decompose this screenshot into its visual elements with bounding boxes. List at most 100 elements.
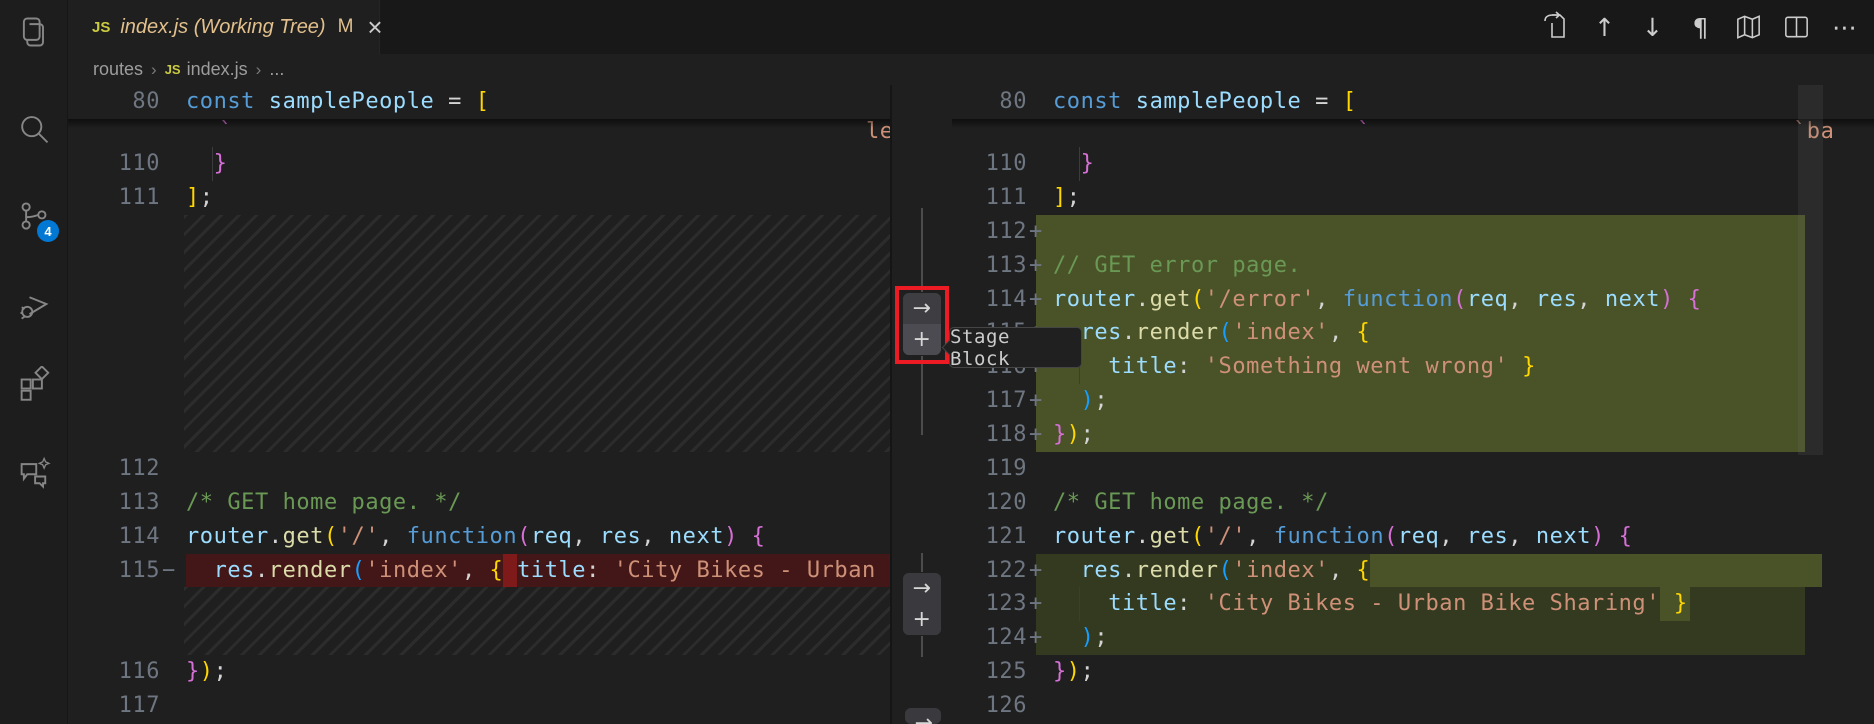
code-text: res.render('index', { (1053, 554, 1370, 588)
stage-button-group: →+ (905, 708, 941, 724)
line-number: 121 (952, 520, 1027, 554)
code-line[interactable]: 114+router.get('/error', function(req, r… (952, 283, 1874, 317)
split-editor-icon[interactable] (1781, 10, 1812, 44)
previous-change-icon[interactable]: ↑ (1589, 10, 1620, 44)
search-icon[interactable] (0, 104, 68, 156)
revert-block-arrow-button[interactable]: → (905, 708, 941, 724)
code-line[interactable]: 115− res.render('index', { title: 'City … (68, 554, 890, 588)
line-number: 117 (952, 384, 1027, 418)
code-text: } (1053, 147, 1094, 181)
diff-pane-original[interactable]: 80const samplePeople = [`le110 }111];112… (68, 85, 890, 724)
code-line[interactable]: 113/* GET home page. */ (68, 486, 890, 520)
next-change-icon[interactable]: ↓ (1637, 10, 1668, 44)
unchanged-region-hatch (184, 215, 890, 452)
map-icon[interactable] (1733, 10, 1764, 44)
breadcrumb: routes › JSindex.js ›... (68, 54, 1874, 85)
code-line[interactable]: 112+ (952, 215, 1874, 249)
code-line[interactable]: 119 (952, 452, 1874, 486)
deleted-line-marker: − (162, 554, 176, 588)
line-number: 113 (68, 486, 160, 520)
line-number: 111 (68, 181, 160, 215)
code-line[interactable]: 120/* GET home page. */ (952, 486, 1874, 520)
line-number: 112 (68, 452, 160, 486)
code-line[interactable]: 117 (68, 689, 890, 723)
open-file-icon[interactable] (1541, 10, 1572, 44)
code-text: ); (1053, 621, 1108, 655)
vscode-diff-editor: 4 JS index.js (Working Tree) M × ↑ ↓ ¶ ⋯ ro… (0, 0, 1874, 724)
sticky-scroll-line[interactable]: 80const samplePeople = [ (952, 85, 1874, 119)
breadcrumb-item[interactable]: JSindex.js (165, 59, 248, 80)
code-text: } (186, 147, 227, 181)
line-number: 114 (68, 520, 160, 554)
added-line-background (1036, 215, 1805, 249)
tab-indexjs-working-tree[interactable]: JS index.js (Working Tree) M × (68, 0, 380, 54)
line-number: 117 (68, 689, 160, 723)
code-line[interactable]: 114router.get('/', function(req, res, ne… (68, 520, 890, 554)
code-text: title: 'City Bikes - Urban Bike Sharing'… (1053, 587, 1688, 621)
tab-label: index.js (Working Tree) (120, 16, 325, 39)
code-line[interactable]: 110 } (952, 147, 1874, 181)
code-line[interactable]: 112 (68, 452, 890, 486)
code-line[interactable]: 117+ ); (952, 384, 1874, 418)
chevron-right-icon: › (151, 60, 157, 80)
added-line-marker: + (1029, 554, 1043, 588)
added-line-marker: + (1029, 215, 1043, 249)
scrollbar-slider[interactable] (1798, 85, 1823, 455)
code-line[interactable]: 110 } (68, 147, 890, 181)
more-actions-icon[interactable]: ⋯ (1829, 10, 1860, 44)
source-control-icon[interactable]: 4 (0, 190, 68, 242)
line-number: 110 (68, 147, 160, 181)
code-line[interactable]: 124+ ); (952, 621, 1874, 655)
activity-bar: 4 (0, 0, 68, 724)
unchanged-region-hatch (184, 587, 890, 655)
code-line[interactable]: 122+ res.render('index', { (952, 554, 1874, 588)
code-line[interactable]: 126 (952, 689, 1874, 723)
code-line[interactable]: 111]; (68, 181, 890, 215)
extensions-icon[interactable] (0, 358, 68, 410)
show-whitespace-icon[interactable]: ¶ (1685, 10, 1716, 44)
breadcrumb-item[interactable]: ... (269, 59, 284, 80)
chat-icon[interactable] (0, 446, 68, 498)
run-debug-icon[interactable] (0, 278, 68, 330)
added-line-marker: + (1029, 283, 1043, 317)
line-number: 126 (952, 689, 1027, 723)
revert-block-arrow-button[interactable]: → (903, 573, 941, 604)
char-diff-highlight (1370, 554, 1822, 588)
breadcrumb-item[interactable]: routes (93, 59, 143, 80)
code-line[interactable]: 123+ title: 'City Bikes - Urban Bike Sha… (952, 587, 1874, 621)
chevron-right-icon: › (256, 60, 262, 80)
added-line-marker: + (1029, 418, 1043, 452)
code-text: res.render('index', { (1053, 316, 1370, 350)
code-line[interactable]: 118+}); (952, 418, 1874, 452)
line-number: 116 (68, 655, 160, 689)
code-text: router.get('/error', function(req, res, … (1053, 283, 1701, 317)
js-file-icon: JS (165, 62, 181, 77)
code-line[interactable]: 116+ title: 'Something went wrong' } (952, 350, 1874, 384)
code-line[interactable]: 116}); (68, 655, 890, 689)
close-icon[interactable]: × (367, 14, 382, 40)
line-number: 125 (952, 655, 1027, 689)
code-line[interactable]: 113+// GET error page. (952, 249, 1874, 283)
code-line[interactable]: 111]; (952, 181, 1874, 215)
code-line[interactable]: 115+ res.render('index', { (952, 316, 1874, 350)
line-number: 124 (952, 621, 1027, 655)
stage-block-plus-button[interactable]: + (903, 604, 941, 635)
code-text: /* GET home page. */ (1053, 486, 1329, 520)
added-line-marker: + (1029, 587, 1043, 621)
sticky-scroll-line[interactable]: 80const samplePeople = [ (68, 85, 890, 119)
annotation-highlight-box (895, 286, 949, 364)
diff-pane-modified[interactable]: 80const samplePeople = [``ba110 }111];11… (952, 85, 1874, 724)
code-line[interactable]: 125}); (952, 655, 1874, 689)
scm-changes-badge: 4 (37, 220, 59, 242)
explorer-icon[interactable] (0, 6, 68, 58)
line-number: 110 (952, 147, 1027, 181)
added-line-marker: + (1029, 621, 1043, 655)
code-line[interactable]: 121 router.get('/', function(req, res, ne… (952, 520, 1874, 554)
code-text: // GET error page. (1053, 249, 1301, 283)
code-text: }); (1053, 655, 1094, 689)
code-text: router.get('/', function(req, res, next)… (1053, 520, 1632, 554)
stage-button-group: →+ (903, 573, 941, 635)
code-text: ]; (186, 181, 214, 215)
diff-gutter-line (921, 208, 923, 292)
diff-gutter-line (921, 356, 923, 435)
